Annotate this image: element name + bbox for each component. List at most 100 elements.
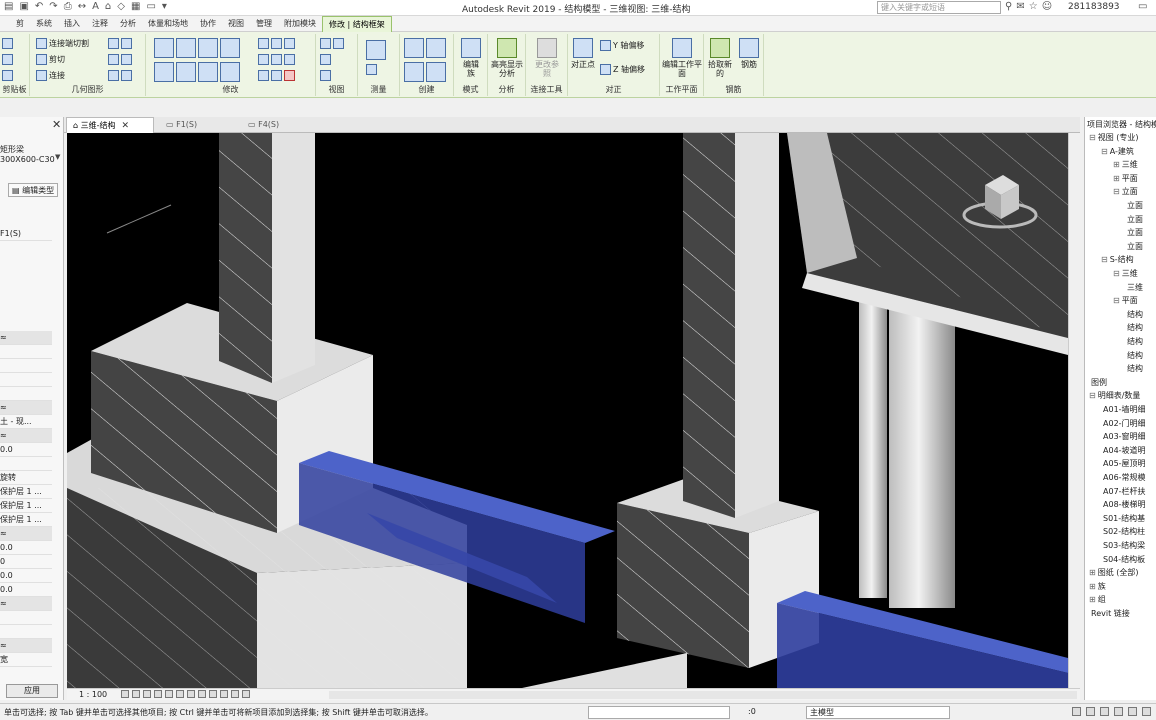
horizontal-scrollbar[interactable] <box>329 691 1077 699</box>
browser-item[interactable]: ⊟ 立面 <box>1113 187 1138 197</box>
view-tab-3d-structure[interactable]: ⌂ 三维-结构 ✕ <box>66 117 154 133</box>
browser-item[interactable]: A01-墙明细 <box>1101 405 1146 415</box>
trim-extend-icon[interactable] <box>220 62 240 82</box>
browser-item[interactable]: 结构 <box>1125 323 1143 333</box>
browser-item[interactable]: ⊟ A-建筑 <box>1101 147 1134 157</box>
property-row[interactable]: 0.0 <box>0 583 52 597</box>
browser-item[interactable]: S04-结构板 <box>1101 555 1145 565</box>
3d-view-icon[interactable]: ⌂ <box>105 1 111 12</box>
view-options-icon[interactable] <box>320 70 331 81</box>
property-row[interactable] <box>0 359 52 373</box>
browser-item[interactable]: ⊟ 明细表/数量 <box>1089 391 1140 401</box>
temp-hide-icon[interactable] <box>209 690 217 698</box>
minimize-icon[interactable]: ▭ <box>1138 1 1147 12</box>
workset-field[interactable] <box>588 706 730 719</box>
cope-button[interactable]: 连接端切割 <box>36 38 89 49</box>
browser-item[interactable]: 结构 <box>1125 310 1143 320</box>
filter-value[interactable]: F1(S) <box>0 227 52 241</box>
split-gap-icon[interactable] <box>271 38 282 49</box>
thin-lines-icon[interactable]: ▦ <box>131 1 140 12</box>
apply-button[interactable]: 应用 <box>6 684 58 698</box>
array-icon[interactable] <box>258 54 269 65</box>
scale-icon[interactable] <box>271 54 282 65</box>
sun-path-icon[interactable] <box>143 690 151 698</box>
undo-icon[interactable]: ↶ <box>35 1 43 12</box>
browser-item[interactable]: A08-楼梯明 <box>1101 500 1146 510</box>
render-icon[interactable] <box>165 690 173 698</box>
star-icon[interactable]: ☆ <box>1029 1 1038 12</box>
select-underlay-icon[interactable] <box>1086 707 1095 716</box>
tree-toggle-icon[interactable]: ⊞ <box>1113 174 1120 183</box>
browser-item[interactable]: 结构 <box>1125 364 1143 374</box>
property-section-header[interactable]: ≈ <box>0 639 52 653</box>
tab-collaborate[interactable]: 协作 <box>194 16 222 32</box>
user-icon[interactable]: ☺ <box>1042 1 1052 12</box>
create-parts-icon[interactable] <box>426 38 446 58</box>
chevron-down-icon[interactable]: ▼ <box>55 153 60 161</box>
vertical-scrollbar[interactable] <box>1068 133 1080 688</box>
z-offset-button[interactable]: Z 轴偏移 <box>600 64 645 75</box>
drag-elements-icon[interactable] <box>1128 707 1137 716</box>
browser-item[interactable]: 立面 <box>1125 201 1143 211</box>
create-similar-icon[interactable] <box>426 62 446 82</box>
browser-item[interactable]: ⊞ 三维 <box>1113 160 1138 170</box>
show-crop-icon[interactable] <box>187 690 195 698</box>
tab-addins[interactable]: 附加模块 <box>278 16 322 32</box>
edit-work-plane-button[interactable]: 编辑工作平面 <box>662 38 702 78</box>
linework-icon[interactable] <box>320 54 331 65</box>
browser-item[interactable]: ⊟ S-结构 <box>1101 255 1134 265</box>
rebar-button[interactable]: 钢筋 <box>736 38 762 69</box>
create-group-icon[interactable] <box>404 62 424 82</box>
property-row[interactable] <box>0 387 52 401</box>
property-section-header[interactable]: ≈ <box>0 527 52 541</box>
browser-item[interactable]: 结构 <box>1125 337 1143 347</box>
close-view-icon[interactable]: ✕ <box>122 121 130 131</box>
tree-toggle-icon[interactable]: ⊞ <box>1089 595 1096 604</box>
select-links-icon[interactable] <box>1072 707 1081 716</box>
property-row[interactable] <box>0 373 52 387</box>
binoculars-icon[interactable]: ⚲ <box>1005 1 1012 12</box>
view-tab-f1[interactable]: ▭ F1(S) <box>160 117 236 133</box>
wall-joins-icon[interactable] <box>108 54 119 65</box>
offset-icon[interactable] <box>176 38 196 58</box>
help-search-input[interactable]: 键入关键字或短语 <box>877 1 1001 14</box>
browser-item[interactable]: 立面 <box>1125 215 1143 225</box>
property-row[interactable]: 保护层 1 ... <box>0 513 52 527</box>
demolish-icon[interactable] <box>121 54 132 65</box>
reveal-hidden-icon[interactable] <box>220 690 228 698</box>
tab-analyze[interactable]: 分析 <box>114 16 142 32</box>
browser-item[interactable]: Revit 链接 <box>1089 609 1130 619</box>
tree-toggle-icon[interactable]: ⊞ <box>1089 568 1096 577</box>
tab-insert[interactable]: 插入 <box>58 16 86 32</box>
tab-manage[interactable]: 管理 <box>250 16 278 32</box>
tab-modify-structural-framing[interactable]: 修改 | 结构框架 <box>322 16 392 32</box>
property-row[interactable]: 保护层 1 ... <box>0 499 52 513</box>
unpin-icon[interactable] <box>284 54 295 65</box>
browser-item[interactable]: ⊟ 三维 <box>1113 269 1138 279</box>
property-row[interactable]: 0.0 <box>0 541 52 555</box>
visual-style-icon[interactable] <box>132 690 140 698</box>
crop-view-icon[interactable] <box>176 690 184 698</box>
browser-item[interactable]: 结构 <box>1125 351 1143 361</box>
y-offset-button[interactable]: Y 轴偏移 <box>600 40 644 51</box>
browser-item[interactable]: A06-常规模 <box>1101 473 1146 483</box>
browser-item[interactable]: 立面 <box>1125 228 1143 238</box>
constraints-icon[interactable] <box>242 690 250 698</box>
property-row[interactable]: 0.0 <box>0 569 52 583</box>
redo-icon[interactable]: ↷ <box>49 1 57 12</box>
close-icon[interactable]: ✕ <box>52 118 61 131</box>
close-hidden-icon[interactable]: ▭ <box>146 1 155 12</box>
property-section-header[interactable]: ≈ <box>0 401 52 415</box>
detail-level-icon[interactable] <box>121 690 129 698</box>
tree-toggle-icon[interactable]: ⊟ <box>1113 269 1120 278</box>
tree-toggle-icon[interactable]: ⊞ <box>1113 160 1120 169</box>
property-row[interactable] <box>0 625 52 639</box>
paint-icon[interactable] <box>121 38 132 49</box>
select-by-face-icon[interactable] <box>1114 707 1123 716</box>
tree-toggle-icon[interactable]: ⊟ <box>1113 187 1120 196</box>
hide-in-view-icon[interactable] <box>320 38 331 49</box>
copy-element-icon[interactable] <box>176 62 196 82</box>
tab-structure[interactable]: 剪 <box>10 16 30 32</box>
open-icon[interactable]: ▤ <box>4 1 13 12</box>
property-row[interactable]: 土 - 现... <box>0 415 52 429</box>
